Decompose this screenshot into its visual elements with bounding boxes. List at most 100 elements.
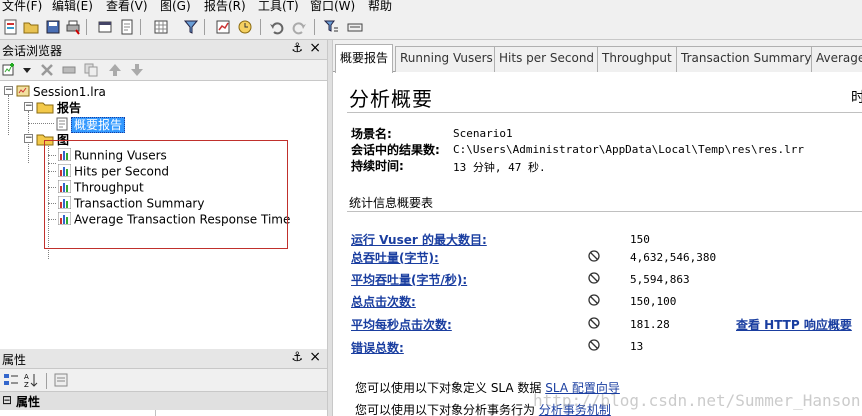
move-up-icon[interactable] <box>106 61 124 79</box>
properties-grid: ⊟ 属性 <box>0 391 327 416</box>
properties-collapse-toggle[interactable]: ⊟ <box>2 393 12 407</box>
watermark: http://blog.csdn.net/Summer_Hanson <box>533 391 861 410</box>
duration-label: 持续时间: <box>351 159 404 173</box>
tab-hits-per-second[interactable]: Hits per Second <box>494 46 600 72</box>
svg-text:Z: Z <box>24 381 29 389</box>
stat-total-errors-value: 13 <box>630 340 644 353</box>
http-summary-link[interactable]: 查看 HTTP 响应概要 <box>736 316 852 333</box>
sla-text: 您可以使用以下对象定义 SLA 数据 <box>355 381 542 395</box>
move-down-icon[interactable] <box>128 61 146 79</box>
menu-bar: 文件(F) 编辑(E) 查看(V) 图(G) 报告(R) 工具(T) 窗口(W)… <box>0 0 862 14</box>
filter-text-icon[interactable] <box>322 18 340 36</box>
menu-report[interactable]: 报告(R) <box>204 0 246 14</box>
grid-icon[interactable] <box>152 18 170 36</box>
scenario-row: 场景名: <box>351 125 392 142</box>
property-pages-icon[interactable] <box>52 371 70 389</box>
categorized-icon[interactable] <box>2 371 20 389</box>
no-sla-icon <box>588 317 600 329</box>
title-overflow-text: 时 <box>851 90 862 106</box>
graph-collapse-toggle[interactable]: − <box>24 134 33 143</box>
results-value: C:\Users\Administrator\AppData\Local\Tem… <box>453 143 804 156</box>
session-collapse-toggle[interactable]: − <box>4 86 13 95</box>
menu-file[interactable]: 文件(F) <box>2 0 42 14</box>
session-browser-titlebar: 会话浏览器 ⚓ × <box>0 40 327 60</box>
no-sla-icon <box>588 339 600 351</box>
report-group-label: 报告 <box>57 101 82 115</box>
session-name: Session1.lra <box>33 85 106 99</box>
clock-icon[interactable] <box>236 18 254 36</box>
menu-help[interactable]: 帮助 <box>368 0 392 14</box>
stat-total-throughput-value: 4,632,546,380 <box>630 251 717 264</box>
summary-report-label: 概要报告 <box>71 117 126 133</box>
filter-icon[interactable] <box>182 18 200 36</box>
left-panel: 会话浏览器 ⚓ × − Session1.lra − 报告 概要报告 − 图 R… <box>0 40 327 416</box>
main-toolbar <box>0 14 862 40</box>
session-tree: − Session1.lra − 报告 概要报告 − 图 Running Vus… <box>0 80 327 350</box>
delete-icon[interactable] <box>38 61 56 79</box>
stat-max-vusers-value: 150 <box>630 233 650 246</box>
tab-average[interactable]: Average <box>811 46 862 72</box>
no-sla-icon <box>588 250 600 262</box>
rename-icon[interactable] <box>60 61 78 79</box>
summary-report-content: 分析概要 时 场景名: Scenario1 会话中的结果数: C:\Users\… <box>333 73 862 416</box>
stat-total-hits-link[interactable]: 总点击次数: <box>351 293 416 310</box>
analyze-text: 您可以使用以下对象分析事务行为 <box>355 403 536 416</box>
tab-transaction-summary[interactable]: Transaction Summary <box>676 46 817 72</box>
menu-graph[interactable]: 图(G) <box>160 0 191 14</box>
stat-avg-hits-link[interactable]: 平均每秒点击次数: <box>351 316 452 333</box>
properties-titlebar: 属性 ⚓ × <box>0 349 327 369</box>
svg-text:A: A <box>24 373 29 381</box>
graph-tabs: 概要报告 Running Vusers Hits per Second Thro… <box>333 40 862 73</box>
duration-value: 13 分钟, 47 秒. <box>453 161 546 174</box>
save-icon[interactable] <box>44 18 62 36</box>
page-title: 分析概要 <box>349 87 433 111</box>
copy-icon[interactable] <box>82 61 100 79</box>
new-session-icon[interactable] <box>2 18 20 36</box>
properties-toolbar: AZ <box>0 369 327 391</box>
properties-title: 属性 <box>2 353 27 367</box>
duration-row: 持续时间: <box>351 157 404 174</box>
menu-edit[interactable]: 编辑(E) <box>52 0 93 14</box>
stat-max-vusers-link[interactable]: 运行 Vuser 的最大数目: <box>351 231 487 248</box>
stat-avg-throughput-link[interactable]: 平均吞吐量(字节/秒): <box>351 271 467 288</box>
add-graph-icon[interactable] <box>0 61 18 79</box>
tab-throughput[interactable]: Throughput <box>597 46 677 72</box>
stat-total-errors-link[interactable]: 错误总数: <box>351 339 404 356</box>
open-icon[interactable] <box>22 18 40 36</box>
stat-total-hits-value: 150,100 <box>630 295 677 308</box>
folder-open-icon <box>36 100 54 117</box>
highlight-box <box>44 140 288 249</box>
stat-avg-throughput-value: 5,594,863 <box>630 273 690 286</box>
scenario-label: 场景名: <box>351 127 392 141</box>
right-panel: 概要报告 Running Vusers Hits per Second Thro… <box>333 40 862 416</box>
keyboard-icon[interactable] <box>346 18 364 36</box>
window-icon[interactable] <box>96 18 114 36</box>
session-browser-title: 会话浏览器 <box>2 44 63 58</box>
pin-icon[interactable]: ⚓ <box>291 41 303 56</box>
undo-icon[interactable] <box>268 18 286 36</box>
scenario-value: Scenario1 <box>453 127 513 140</box>
dropdown-arrow-icon[interactable] <box>18 61 36 79</box>
document-icon[interactable] <box>118 18 136 36</box>
report-collapse-toggle[interactable]: − <box>24 102 33 111</box>
no-sla-icon <box>588 294 600 306</box>
menu-tools[interactable]: 工具(T) <box>258 0 299 14</box>
stat-avg-hits-value: 181.28 <box>630 318 670 331</box>
stat-total-throughput-link[interactable]: 总吞吐量(字节): <box>351 249 439 266</box>
tab-running-vusers[interactable]: Running Vusers <box>395 46 498 72</box>
print-icon[interactable] <box>64 18 82 36</box>
analysis-icon[interactable] <box>214 18 232 36</box>
menu-window[interactable]: 窗口(W) <box>310 0 355 14</box>
properties-section-label: 属性 <box>16 395 41 409</box>
stats-heading: 统计信息概要表 <box>349 196 434 210</box>
sort-az-icon[interactable]: AZ <box>22 371 40 389</box>
tree-report-group[interactable]: 报告 <box>36 99 81 117</box>
close-icon[interactable]: × <box>309 40 321 56</box>
results-row: 会话中的结果数: <box>351 141 440 158</box>
pin-icon[interactable]: ⚓ <box>291 350 303 365</box>
menu-view[interactable]: 查看(V) <box>106 0 148 14</box>
no-sla-icon <box>588 272 600 284</box>
redo-icon[interactable] <box>290 18 308 36</box>
close-icon[interactable]: × <box>309 349 321 365</box>
tab-summary-report[interactable]: 概要报告 <box>335 44 394 73</box>
